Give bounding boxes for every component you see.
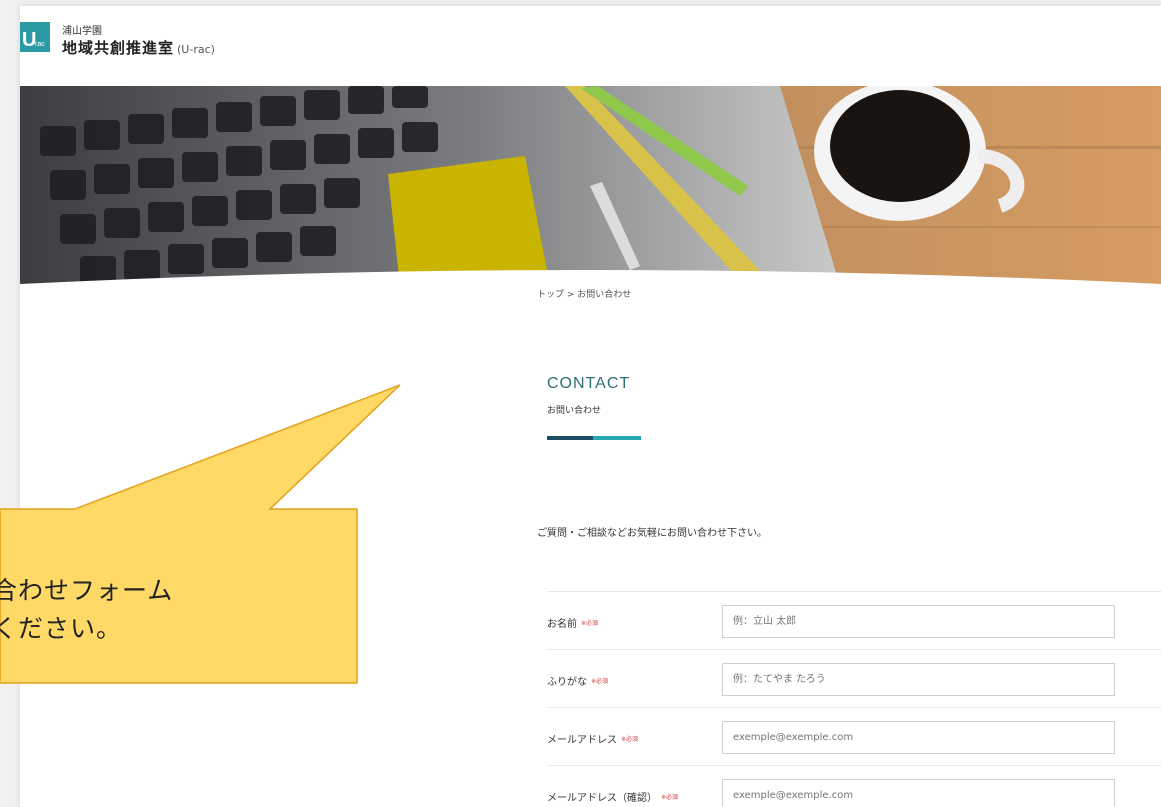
callout-bubble [0, 384, 401, 684]
callout-line-1: 合わせフォーム [0, 576, 174, 605]
callout-line-2: ください。 [0, 614, 123, 643]
callout-text: 合わせフォーム ください。 [0, 572, 332, 648]
